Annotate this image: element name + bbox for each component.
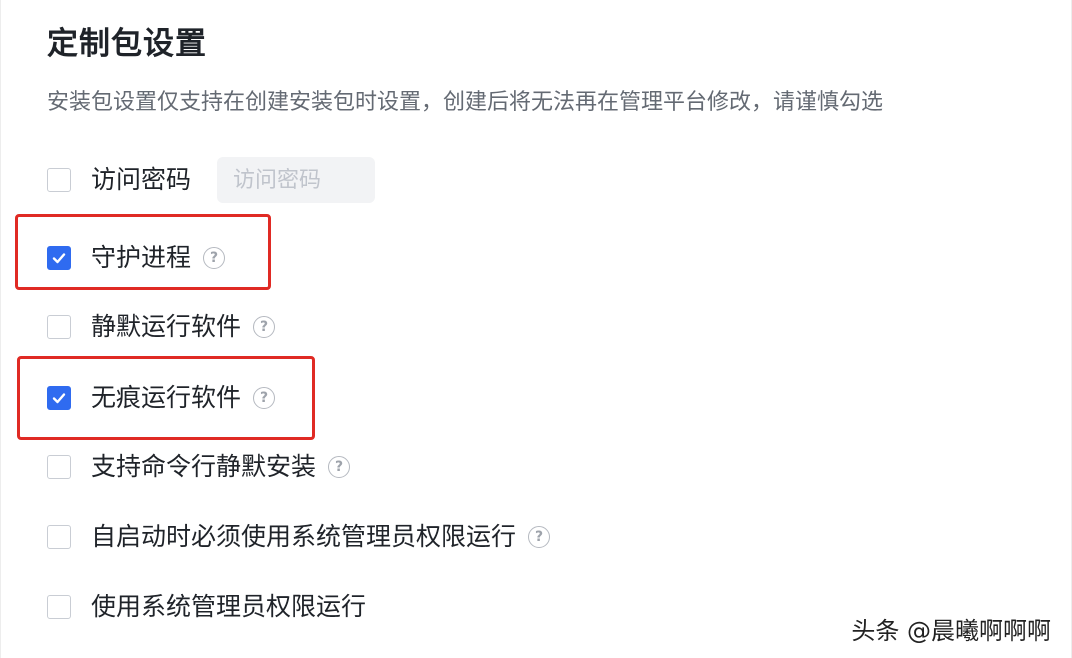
help-icon[interactable]: ? <box>253 387 276 409</box>
section-description: 安装包设置仅支持在创建安装包时设置，创建后将无法再在管理平台修改，请谨慎勾选 <box>47 90 884 115</box>
option-silent-run[interactable]: 静默运行软件 ? <box>47 307 276 347</box>
help-icon[interactable]: ? <box>253 316 276 338</box>
daemon-process-label: 守护进程 <box>91 243 192 272</box>
help-icon[interactable]: ? <box>328 456 351 478</box>
run-as-admin-label: 使用系统管理员权限运行 <box>91 592 367 621</box>
autostart-admin-label: 自启动时必须使用系统管理员权限运行 <box>91 522 517 551</box>
option-run-as-admin[interactable]: 使用系统管理员权限运行 <box>47 587 366 627</box>
traceless-run-checkbox[interactable] <box>47 386 71 410</box>
access-password-label: 访问密码 <box>91 165 192 194</box>
autostart-admin-checkbox[interactable] <box>47 525 71 549</box>
silent-run-checkbox[interactable] <box>47 315 71 339</box>
option-autostart-admin[interactable]: 自启动时必须使用系统管理员权限运行 ? <box>47 517 551 557</box>
checkmark-icon <box>52 393 66 404</box>
section-title: 定制包设置 <box>47 26 207 62</box>
watermark-text: 头条 @晨曦啊啊啊 <box>851 617 1051 645</box>
traceless-run-label: 无痕运行软件 <box>91 383 242 412</box>
checkmark-icon <box>52 253 66 264</box>
custom-package-settings-panel: 定制包设置 安装包设置仅支持在创建安装包时设置，创建后将无法再在管理平台修改，请… <box>0 0 1072 658</box>
access-password-checkbox[interactable] <box>47 168 71 192</box>
option-cmdline-silent-install[interactable]: 支持命令行静默安装 ? <box>47 447 351 487</box>
help-icon[interactable]: ? <box>528 526 551 548</box>
access-password-input[interactable] <box>217 157 376 203</box>
help-icon[interactable]: ? <box>203 247 226 269</box>
run-as-admin-checkbox[interactable] <box>47 595 71 619</box>
cmdline-silent-install-checkbox[interactable] <box>47 455 71 479</box>
option-daemon-process[interactable]: 守护进程 ? <box>47 238 226 278</box>
option-traceless-run[interactable]: 无痕运行软件 ? <box>47 378 276 418</box>
silent-run-label: 静默运行软件 <box>91 312 242 341</box>
option-access-password[interactable]: 访问密码 <box>47 157 376 203</box>
daemon-process-checkbox[interactable] <box>47 246 71 270</box>
cmdline-silent-install-label: 支持命令行静默安装 <box>91 452 317 481</box>
